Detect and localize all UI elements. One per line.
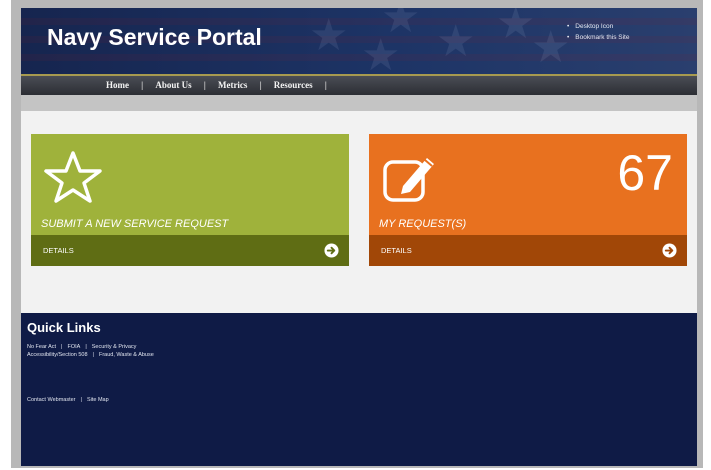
site-footer: Quick Links No Fear Act | FOIA | Securit… bbox=[21, 313, 697, 466]
nav-separator: | bbox=[259, 80, 262, 90]
nav-separator: | bbox=[324, 80, 327, 90]
contact-webmaster-link[interactable]: Contact Webmaster bbox=[27, 397, 76, 403]
tile-caption: MY REQUEST(S) bbox=[379, 218, 467, 230]
star-icon bbox=[44, 151, 102, 203]
details-link[interactable]: DETAILS bbox=[381, 246, 412, 255]
main-nav: Home | About Us | Metrics | Resources | bbox=[21, 74, 697, 95]
desktop-icon-link[interactable]: Desktop Icon bbox=[567, 21, 629, 32]
tile-footer[interactable]: DETAILS bbox=[31, 235, 349, 266]
flag-stripe bbox=[21, 54, 697, 61]
background-star-icon: ★ bbox=[496, 8, 536, 49]
nav-separator: | bbox=[141, 80, 144, 90]
quick-links-row: Accessibility/Section 508 | Fraud, Waste… bbox=[27, 352, 154, 358]
nav-about-us[interactable]: About Us bbox=[155, 80, 191, 90]
tile-footer[interactable]: DETAILS bbox=[369, 235, 687, 266]
site-title[interactable]: Navy Service Portal bbox=[47, 24, 262, 51]
site-header: ★ ★ ★ ★ ★ ★ Navy Service Portal Desktop … bbox=[21, 8, 697, 74]
link-separator: | bbox=[80, 397, 82, 403]
site-map-link[interactable]: Site Map bbox=[87, 397, 109, 403]
edit-icon bbox=[383, 158, 434, 202]
background-star-icon: ★ bbox=[361, 30, 401, 75]
accessibility-link[interactable]: Accessibility/Section 508 bbox=[27, 352, 88, 358]
quick-links-title: Quick Links bbox=[27, 320, 101, 335]
quick-links-row: No Fear Act | FOIA | Security & Privacy bbox=[27, 344, 136, 350]
arrow-circle-right-icon[interactable] bbox=[324, 243, 339, 258]
tile-caption: SUBMIT A NEW SERVICE REQUEST bbox=[41, 218, 229, 230]
background-star-icon: ★ bbox=[531, 22, 571, 73]
header-gap bbox=[21, 95, 697, 111]
fraud-waste-abuse-link[interactable]: Fraud, Waste & Abuse bbox=[99, 352, 154, 358]
bookmark-site-link[interactable]: Bookmark this Site bbox=[567, 32, 629, 43]
background-star-icon: ★ bbox=[436, 16, 476, 67]
quick-links-row: Contact Webmaster | Site Map bbox=[27, 397, 109, 403]
link-separator: | bbox=[92, 352, 94, 358]
nav-resources[interactable]: Resources bbox=[274, 80, 313, 90]
submit-request-tile[interactable]: SUBMIT A NEW SERVICE REQUEST DETAILS bbox=[31, 134, 349, 266]
foia-link[interactable]: FOIA bbox=[67, 344, 80, 350]
link-separator: | bbox=[61, 344, 63, 350]
request-count: 67 bbox=[617, 145, 673, 201]
nav-metrics[interactable]: Metrics bbox=[218, 80, 247, 90]
nav-separator: | bbox=[203, 80, 206, 90]
security-privacy-link[interactable]: Security & Privacy bbox=[92, 344, 137, 350]
link-separator: | bbox=[85, 344, 87, 350]
portal-page: ★ ★ ★ ★ ★ ★ Navy Service Portal Desktop … bbox=[21, 8, 697, 466]
utility-links: Desktop Icon Bookmark this Site bbox=[567, 21, 629, 43]
nav-home[interactable]: Home bbox=[106, 80, 129, 90]
background-star-icon: ★ bbox=[309, 10, 349, 61]
my-requests-tile[interactable]: 67 MY REQUEST(S) DETAILS bbox=[369, 134, 687, 266]
details-link[interactable]: DETAILS bbox=[43, 246, 74, 255]
no-fear-act-link[interactable]: No Fear Act bbox=[27, 344, 56, 350]
arrow-circle-right-icon[interactable] bbox=[662, 243, 677, 258]
